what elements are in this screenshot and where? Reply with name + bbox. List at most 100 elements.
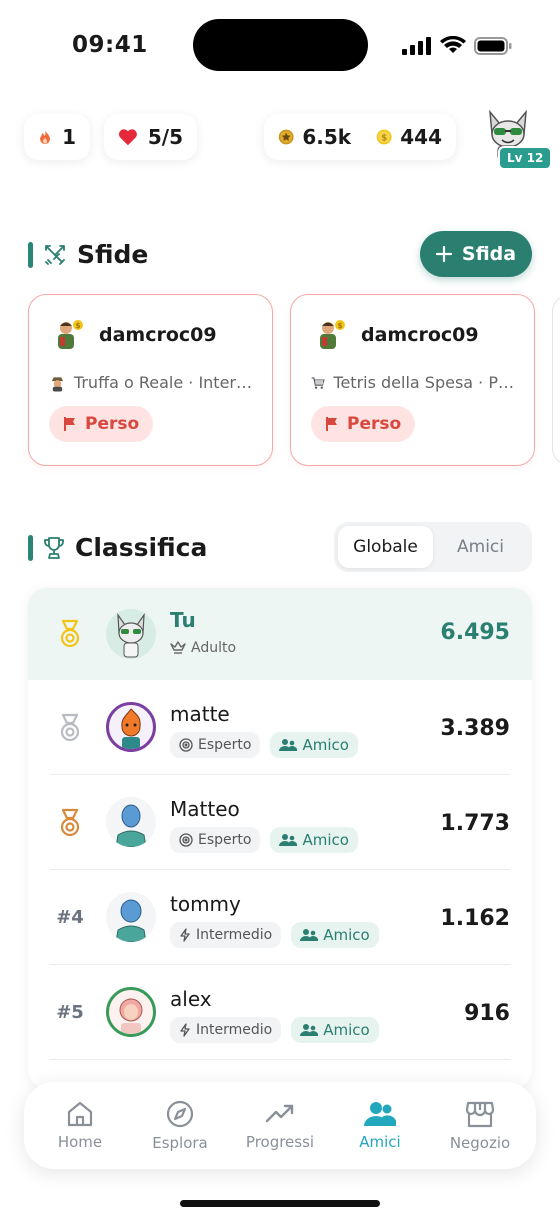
- nav-progress[interactable]: Progressi: [232, 1101, 328, 1151]
- coins-count: 444: [400, 125, 442, 149]
- detective-icon: [51, 376, 64, 391]
- friend-label: Amico: [302, 831, 349, 849]
- friend-chip: Amico: [291, 922, 379, 948]
- leaderboard-row[interactable]: Matteo Esperto Amico 1.773: [28, 775, 532, 870]
- user-avatar-icon: $: [58, 320, 83, 349]
- swords-icon: [45, 244, 65, 265]
- lives-count: 5/5: [147, 125, 183, 149]
- leaderboard-row[interactable]: #4 tommy Intermedio Amico 1.162: [28, 870, 532, 965]
- level-label: Esperto: [198, 737, 252, 753]
- player-name: tommy: [170, 892, 241, 916]
- challenge-game: Truffa o Reale · Inter…: [73, 373, 252, 392]
- friends-icon: [279, 834, 298, 846]
- level-label: Intermedio: [196, 1022, 273, 1038]
- tab-friends[interactable]: Amici: [433, 526, 528, 568]
- battery-icon: [474, 36, 512, 55]
- player-name: alex: [170, 987, 212, 1011]
- status-time: 09:41: [72, 32, 148, 58]
- streak-count: 1: [62, 125, 76, 149]
- gold-medal-icon: [60, 619, 80, 648]
- streak-pill[interactable]: 1: [24, 114, 90, 160]
- friend-chip: Amico: [270, 827, 358, 853]
- player-name: Tu: [170, 608, 196, 632]
- nav-label: Amici: [359, 1132, 401, 1151]
- pink-hair-avatar-icon: [119, 998, 143, 1034]
- flag-icon: [326, 417, 337, 431]
- new-challenge-label: Sfida: [461, 243, 517, 265]
- friends-icon: [300, 1024, 319, 1036]
- wifi-icon: [440, 36, 466, 53]
- leaderboard-tabs: Globale Amici: [334, 522, 532, 572]
- star-coin-icon: [278, 129, 294, 145]
- level-label: Adulto: [191, 640, 237, 656]
- level-chip: Adulto: [170, 640, 236, 656]
- dollar-coin-icon: $: [376, 129, 392, 145]
- result-badge: Perso: [311, 406, 416, 442]
- player-score: 916: [464, 1001, 510, 1026]
- bronze-medal-icon: [60, 808, 80, 836]
- section-accent-bar: [28, 534, 33, 561]
- tab-global[interactable]: Globale: [338, 526, 433, 568]
- leaderboard-row[interactable]: #5 alex Intermedio Amico 916: [28, 965, 532, 1060]
- challenge-card[interactable]: $ damcroc09 Truffa o Reale · Inter… Pers…: [28, 294, 273, 466]
- level-chip: Intermedio: [170, 1017, 282, 1043]
- nav-label: Home: [57, 1132, 103, 1151]
- status-bar: 09:41: [0, 0, 560, 90]
- player-name: matte: [170, 702, 230, 726]
- friend-label: Amico: [323, 926, 370, 944]
- rank-medal: [52, 680, 88, 775]
- shopping-cart-icon: [311, 376, 325, 389]
- rank-number: #4: [56, 907, 84, 928]
- level-chip: Esperto: [170, 732, 261, 758]
- level-chip: Esperto: [170, 827, 261, 853]
- player-meta: Adulto: [170, 640, 236, 656]
- friend-chip: Amico: [291, 1017, 379, 1043]
- row-divider: [50, 1059, 510, 1060]
- player-score: 1.773: [440, 811, 510, 836]
- user-avatar-icon: $: [320, 320, 345, 349]
- level-label: Esperto: [198, 832, 252, 848]
- svg-text:$: $: [381, 133, 387, 143]
- player-score: 1.162: [440, 906, 510, 931]
- result-label: Perso: [347, 414, 402, 434]
- new-challenge-button[interactable]: Sfida: [420, 231, 532, 277]
- level-label: Intermedio: [196, 927, 273, 943]
- leaderboard-row-self[interactable]: Tu Adulto 6.495: [28, 588, 532, 680]
- player-meta: Esperto Amico: [170, 732, 358, 758]
- lives-pill[interactable]: 5/5: [104, 114, 197, 160]
- lightning-icon: [180, 1023, 190, 1037]
- rank-medal: [52, 775, 88, 870]
- nav-friends[interactable]: Amici: [332, 1101, 428, 1151]
- currency-pill[interactable]: 6.5k $ 444: [264, 114, 456, 160]
- nav-home[interactable]: Home: [32, 1101, 128, 1151]
- status-icons: [402, 36, 512, 55]
- avatar: [106, 702, 156, 752]
- player-meta: Intermedio Amico: [170, 1017, 379, 1043]
- leaderboard-list: Tu Adulto 6.495 matte Esperto Amico 3.38…: [28, 588, 532, 1088]
- level-badge: Lv 12: [498, 146, 553, 170]
- nav-shop[interactable]: Negozio: [432, 1100, 528, 1152]
- flag-icon: [64, 417, 75, 431]
- trophy-icon: [44, 536, 64, 559]
- challenges-header: Sfide: [28, 240, 148, 269]
- friend-label: Amico: [302, 736, 349, 754]
- blue-person-avatar-icon: [115, 804, 147, 847]
- nav-label: Esplora: [152, 1133, 208, 1152]
- leaderboard-row[interactable]: matte Esperto Amico 3.389: [28, 680, 532, 775]
- leaderboard-title: Classifica: [75, 533, 208, 562]
- player-name: Matteo: [170, 797, 240, 821]
- target-icon: [179, 833, 193, 847]
- store-icon: [465, 1101, 495, 1127]
- svg-text:$: $: [338, 322, 343, 330]
- home-icon: [67, 1101, 93, 1126]
- nav-explore[interactable]: Esplora: [132, 1100, 228, 1152]
- level-chip: Intermedio: [170, 922, 282, 948]
- challenge-card[interactable]: $ damcroc09 Tetris della Spesa · P… Pers…: [290, 294, 535, 466]
- nav-label: Negozio: [449, 1133, 511, 1152]
- dynamic-island: [193, 19, 368, 71]
- challenge-game: Tetris della Spesa · P…: [333, 373, 514, 392]
- challenge-opponent: damcroc09: [361, 324, 479, 346]
- avatar: [106, 892, 156, 942]
- challenge-card-peek[interactable]: [552, 294, 560, 466]
- users-icon: [364, 1101, 396, 1126]
